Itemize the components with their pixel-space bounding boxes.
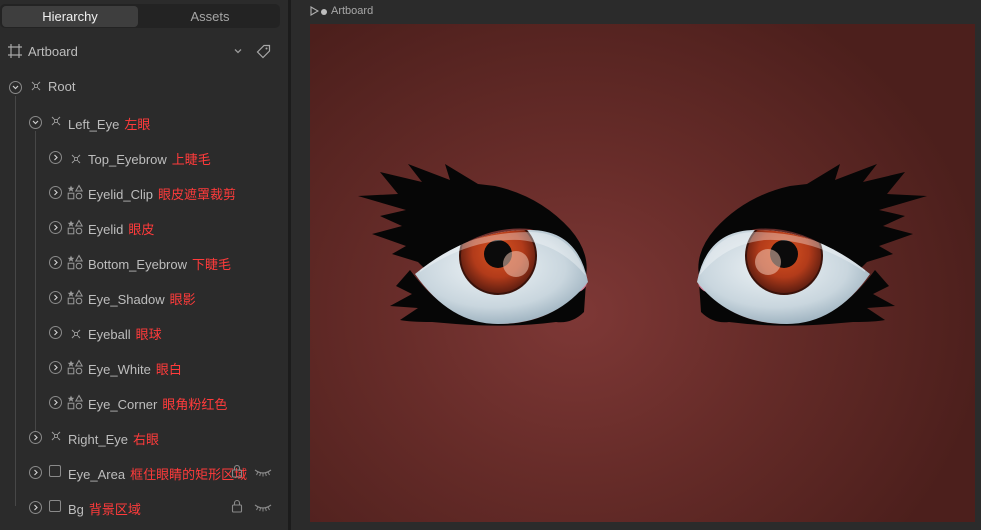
expand-toggle[interactable] xyxy=(49,361,62,374)
chevron-right-icon xyxy=(34,469,38,476)
artboard-selector[interactable]: Artboard xyxy=(0,40,288,64)
annotation-note: 下睫毛 xyxy=(192,257,232,272)
expand-toggle[interactable] xyxy=(49,186,62,199)
chevron-right-icon xyxy=(34,504,38,511)
left-eye-artwork xyxy=(358,164,588,326)
tree-row-eye-shadow[interactable]: Eye_Shadow 眼影 xyxy=(0,286,288,310)
group-icon xyxy=(51,431,61,441)
annotation-note: 背景区域 xyxy=(88,502,141,517)
collapse-toggle[interactable] xyxy=(29,116,42,129)
tree-row-label: Top_Eyebrow 上睫毛 xyxy=(88,152,211,167)
lock-icon[interactable] xyxy=(231,499,243,513)
chevron-right-icon xyxy=(54,364,58,371)
tree-row-eyeball[interactable]: Eyeball 眼球 xyxy=(0,321,288,345)
tree-row-label: Eyelid 眼皮 xyxy=(88,222,155,237)
annotation-note: 框住眼睛的矩形区域 xyxy=(130,467,248,482)
expand-toggle[interactable] xyxy=(49,326,62,339)
shapes-icon xyxy=(67,184,84,200)
eye-closed-icon[interactable] xyxy=(254,502,272,512)
annotation-note: 眼皮 xyxy=(128,222,155,237)
annotation-note: 眼白 xyxy=(155,362,182,377)
tree-row-eye-corner[interactable]: Eye_Corner 眼角粉红色 xyxy=(0,391,288,415)
tree-row-top-eyebrow[interactable]: Top_Eyebrow 上睫毛 xyxy=(0,146,288,170)
tree-row-label: Eye_Corner 眼角粉红色 xyxy=(88,397,228,412)
chevron-right-icon xyxy=(34,434,38,441)
expand-toggle[interactable] xyxy=(49,396,62,409)
eyes-artwork xyxy=(358,164,927,326)
annotation-note: 上睫毛 xyxy=(171,152,211,167)
expand-toggle[interactable] xyxy=(49,291,62,304)
tab-assets[interactable]: Assets xyxy=(140,4,280,28)
tree-row-eyelid[interactable]: Eyelid 眼皮 xyxy=(0,216,288,240)
chevron-right-icon xyxy=(54,154,58,161)
right-eye-artwork xyxy=(697,164,927,326)
annotation-note: 眼角粉红色 xyxy=(162,397,228,412)
tree-row-label: Eye_White 眼白 xyxy=(88,362,182,377)
tab-hierarchy[interactable]: Hierarchy xyxy=(2,6,138,27)
group-icon xyxy=(51,116,61,126)
artboard-icon xyxy=(8,44,22,58)
tree-row-eyelid-clip[interactable]: Eyelid_Clip 眼皮遮罩裁剪 xyxy=(0,181,288,205)
expand-toggle[interactable] xyxy=(29,466,42,479)
group-icon xyxy=(31,81,41,91)
chevron-down-icon xyxy=(12,85,19,90)
annotation-note: 眼球 xyxy=(135,327,162,342)
shapes-icon xyxy=(67,289,84,305)
tree-row-label: Eyeball 眼球 xyxy=(88,327,162,342)
tree-row-label: Left_Eye 左眼 xyxy=(68,117,151,132)
annotation-note: 右眼 xyxy=(132,432,159,447)
shapes-icon xyxy=(67,359,84,375)
panel-tabs: Hierarchy Assets xyxy=(0,4,280,28)
chevron-right-icon xyxy=(54,294,58,301)
tree-row-root[interactable]: Root xyxy=(0,76,288,100)
tree-row-bg[interactable]: Bg 背景区域 xyxy=(0,496,288,520)
annotation-note: 左眼 xyxy=(124,117,151,132)
artboard-label: Artboard xyxy=(28,44,78,59)
tree-row-bottom-eyebrow[interactable]: Bottom_Eyebrow 下睫毛 xyxy=(0,251,288,275)
chevron-down-icon[interactable] xyxy=(233,46,243,56)
rectangle-icon xyxy=(49,465,61,477)
group-icon xyxy=(71,326,81,339)
chevron-down-icon xyxy=(32,120,39,125)
chevron-right-icon xyxy=(54,259,58,266)
tree-row-eye-white[interactable]: Eye_White 眼白 xyxy=(0,356,288,380)
tree-row-label: Bottom_Eyebrow 下睫毛 xyxy=(88,257,232,272)
tree-row-label: Root xyxy=(48,79,76,94)
hierarchy-panel: Hierarchy Assets Artboard Root Left_Eye 左… xyxy=(0,0,288,530)
breadcrumb-artboard: Artboard xyxy=(331,5,374,17)
chevron-right-icon xyxy=(54,399,58,406)
expand-toggle[interactable] xyxy=(49,151,62,164)
tree-row-label: Right_Eye 右眼 xyxy=(68,432,159,447)
status-dot-icon xyxy=(321,9,327,15)
expand-toggle[interactable] xyxy=(29,431,42,444)
shapes-icon xyxy=(67,219,84,235)
shapes-icon xyxy=(67,394,84,410)
tag-icon[interactable] xyxy=(256,44,271,59)
tree-row-label: Bg 背景区域 xyxy=(68,502,141,517)
lock-icon[interactable] xyxy=(231,464,243,478)
annotation-note: 眼影 xyxy=(169,292,196,307)
group-icon xyxy=(71,151,81,164)
chevron-right-icon xyxy=(54,224,58,231)
eye-closed-icon[interactable] xyxy=(254,467,272,477)
expand-toggle[interactable] xyxy=(29,501,42,514)
tree-row-right-eye[interactable]: Right_Eye 右眼 xyxy=(0,426,288,450)
annotation-note: 眼皮遮罩裁剪 xyxy=(158,187,237,202)
chevron-right-icon xyxy=(54,329,58,336)
rectangle-icon xyxy=(49,500,61,512)
expand-toggle[interactable] xyxy=(49,256,62,269)
artboard-canvas[interactable] xyxy=(310,24,975,522)
tree-row-left-eye[interactable]: Left_Eye 左眼 xyxy=(0,111,288,135)
tree-row-label: Eyelid_Clip 眼皮遮罩裁剪 xyxy=(88,187,237,202)
tree-row-label: Eye_Shadow 眼影 xyxy=(88,292,196,307)
panel-divider[interactable] xyxy=(288,0,291,530)
expand-toggle[interactable] xyxy=(49,221,62,234)
tree-row-label: Eye_Area 框住眼睛的矩形区域 xyxy=(68,467,248,482)
play-icon[interactable] xyxy=(310,6,319,16)
tree-row-eye-area[interactable]: Eye_Area 框住眼睛的矩形区域 xyxy=(0,461,288,485)
chevron-right-icon xyxy=(54,189,58,196)
shapes-icon xyxy=(67,254,84,270)
collapse-toggle[interactable] xyxy=(9,81,22,94)
